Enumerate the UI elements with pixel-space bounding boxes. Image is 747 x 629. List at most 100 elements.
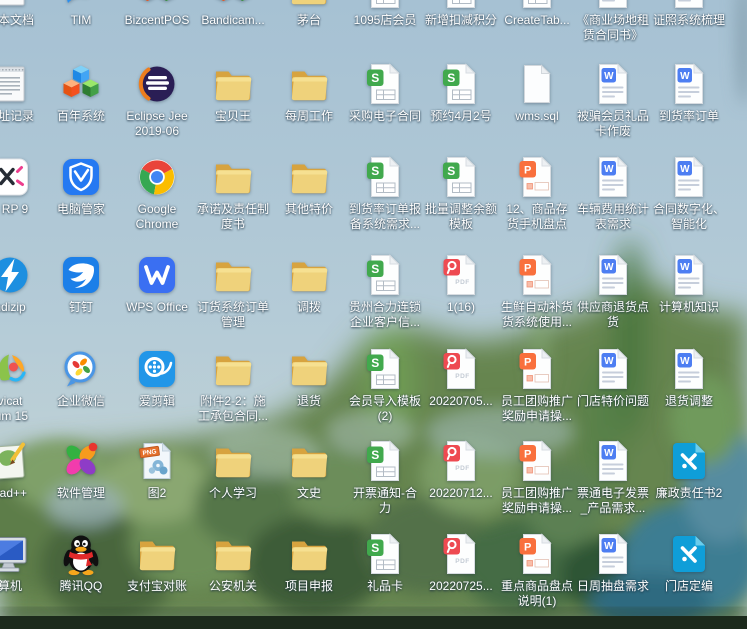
desktop-icon-piaotong-e-invoice[interactable]: W票通电子发票_产品需求... — [573, 439, 653, 516]
desktop-icon-daily-weekly-spot-check[interactable]: W日周抽盘需求 — [573, 532, 653, 594]
icon-label: 廉政责任书2 — [649, 486, 729, 501]
desktop-icon-points-adjust[interactable]: S新增扣减积分 — [421, 0, 501, 28]
desktop-icon-maotai[interactable]: 茅台 — [269, 0, 349, 28]
desktop-icon-pdf-20220705[interactable]: PDF20220705... — [421, 347, 501, 409]
icon-label-line: 订货系统订单 — [193, 300, 273, 315]
desktop-icon-createtab[interactable]: SCreateTab... — [497, 0, 577, 28]
desktop-icon-supplier-return-check[interactable]: W供应商退货点货 — [573, 253, 653, 330]
desktop-icon-other-specials[interactable]: 其他特价 — [269, 155, 349, 217]
folder-icon — [287, 253, 331, 297]
icon-label-line: 每周工作 — [269, 109, 349, 124]
icon-label: GoogleChrome — [117, 202, 197, 232]
desktop-icon-fresh-auto-replenish[interactable]: P生鲜自动补货货系统使用... — [497, 253, 577, 330]
icon-label-line: (2) — [345, 409, 425, 424]
svg-text:S: S — [371, 541, 379, 555]
desktop-icon-scammed-member-giftcard[interactable]: W被骗会员礼品卡作废 — [573, 62, 653, 139]
desktop-icon-transfer[interactable]: 调拨 — [269, 253, 349, 315]
x-doc-icon — [667, 439, 711, 483]
icon-label-line: Eclipse Jee — [117, 109, 197, 124]
word-doc-icon: W — [591, 347, 635, 391]
desktop-icon-procurement-e-contract[interactable]: S 采购电子合同 — [345, 62, 425, 124]
icon-label: 项目申报 — [269, 579, 349, 594]
desktop-icon-invoice-notice-heli[interactable]: S开票通知-合力 — [345, 439, 425, 516]
desktop-icon-pdf-20220725[interactable]: PDF20220725... — [421, 532, 501, 594]
desktop-icon-store-special-issue[interactable]: W 门店特价问题 — [573, 347, 653, 409]
icon-label: CreateTab... — [497, 13, 577, 28]
svg-text:P: P — [524, 542, 531, 554]
icon-label-line: 个人学习 — [193, 486, 273, 501]
desktop-icon-member-import-template[interactable]: S会员导入模板(2) — [345, 347, 425, 424]
desktop-icon-alipay-reconcile[interactable]: 支付宝对账 — [117, 532, 197, 594]
desktop-icon-image-2[interactable]: PNG图2 — [117, 439, 197, 501]
icon-label: 门店定编 — [649, 579, 729, 594]
desktop-icon-batch-balance-template[interactable]: S批量调整余额模板 — [421, 155, 501, 232]
desktop-icon-arrival-rate-report[interactable]: S 到货率订单报备系统需求... — [345, 155, 425, 232]
desktop-icon-wps-office[interactable]: WPS Office — [117, 253, 197, 315]
desktop-icon-license-system[interactable]: W证照系统梳理 — [649, 0, 729, 28]
desktop-icon-bandicam[interactable]: Bandicam... — [193, 0, 273, 28]
desktop-icon-returns[interactable]: 退货 — [269, 347, 349, 409]
desktop-icon-integrity-responsibility-2[interactable]: 廉政责任书2 — [649, 439, 729, 501]
desktop-icon-guizhou-heli-customer[interactable]: S贵州合力连锁企业客户信... — [345, 253, 425, 330]
desktop-icon-appointment-apr2[interactable]: S预约4月2号 — [421, 62, 501, 124]
icon-label: 到货率订单报备系统需求... — [345, 202, 425, 232]
icon-label-line: 到货率订单 — [649, 109, 729, 124]
desktop-icon-business-lease-contract[interactable]: W《商业场地租赁合同书》 — [573, 0, 653, 43]
desktop-icon-contract-digitalization[interactable]: W合同数字化、智能化 — [649, 155, 729, 232]
desktop-icon-commitment-responsibility[interactable]: 承诺及责任制度书 — [193, 155, 273, 232]
desktop-icon-store-1095-members[interactable]: S1095店会员 — [345, 0, 425, 28]
icon-label: 钉钉 — [41, 300, 121, 315]
svg-text:P: P — [524, 357, 531, 369]
desktop-icon-public-security[interactable]: 公安机关 — [193, 532, 273, 594]
icon-label-line: Chrome — [117, 217, 197, 232]
icon-label-line: 礼品卡 — [345, 579, 425, 594]
icon-label-line: 计算机知识 — [649, 300, 729, 315]
desktop-icon-tim[interactable]: TIM — [41, 0, 121, 28]
icon-label-line: _产品需求... — [573, 501, 653, 516]
desktop-icon-wms-sql[interactable]: wms.sql — [497, 62, 577, 124]
desktop-icon-key-goods-inventory-note[interactable]: P重点商品盘点说明(1) — [497, 532, 577, 609]
desktop-icon-literature-history[interactable]: 文史 — [269, 439, 349, 501]
icon-label-line: 新增扣减积分 — [421, 13, 501, 28]
icon-label-line: 文史 — [269, 486, 349, 501]
desktop-icon-gift-card[interactable]: S 礼品卡 — [345, 532, 425, 594]
desktop-icon-arrival-rate-order[interactable]: W到货率订单 — [649, 62, 729, 124]
icon-label-line: 说明(1) — [497, 594, 577, 609]
desktop-icon-group-buy-reward-1[interactable]: P员工团购推广奖励申请操... — [497, 347, 577, 424]
desktop-icon-vehicle-cost-stats[interactable]: W车辆费用统计表需求 — [573, 155, 653, 232]
desktop-icon-group-buy-reward-2[interactable]: P员工团购推广奖励申请操... — [497, 439, 577, 516]
desktop-icon-project-application[interactable]: 项目申报 — [269, 532, 349, 594]
svg-text:S: S — [371, 164, 379, 178]
icon-label-line: 门店特价问题 — [573, 394, 653, 409]
x-doc-icon — [667, 532, 711, 576]
desktop-icon-tencent-qq[interactable]: 腾讯QQ — [41, 532, 121, 594]
desktop-icon-baobeiwang[interactable]: 宝贝王 — [193, 62, 273, 124]
desktop-icon-personal-study[interactable]: 个人学习 — [193, 439, 273, 501]
dingtalk-app-icon — [59, 253, 103, 297]
desktop-icon-wework[interactable]: 企业微信 — [41, 347, 121, 409]
desktop-icon-attachment-2-2-contract[interactable]: 附件2-2：施工承包合同... — [193, 347, 273, 424]
desktop-icon-weekly-work[interactable]: 每周工作 — [269, 62, 349, 124]
desktop-icon-pdf-1-16[interactable]: PDF1(16) — [421, 253, 501, 315]
icon-label-line: Google — [117, 202, 197, 217]
icon-label: 电脑管家 — [41, 202, 121, 217]
spreadsheet-doc-icon: S — [363, 62, 407, 106]
desktop-icon-aijianji[interactable]: 爱剪辑 — [117, 347, 197, 409]
desktop-icon-pdf-20220712[interactable]: PDF20220712... — [421, 439, 501, 501]
desktop-icon-eclipse-jee[interactable]: Eclipse Jee2019-06 — [117, 62, 197, 139]
icon-label: 采购电子合同 — [345, 109, 425, 124]
png-image-icon: PNG — [135, 439, 179, 483]
desktop-icon-store-staffing[interactable]: 门店定编 — [649, 532, 729, 594]
desktop-icon-computer-knowledge[interactable]: W计算机知识 — [649, 253, 729, 315]
desktop-icon-order-system-mgmt[interactable]: 订货系统订单管理 — [193, 253, 273, 330]
desktop-icon-dingtalk[interactable]: 钉钉 — [41, 253, 121, 315]
desktop-icon-goods-mobile-inventory[interactable]: P12、商品存货手机盘点 — [497, 155, 577, 232]
svg-text:W: W — [604, 71, 614, 82]
desktop-icon-google-chrome[interactable]: GoogleChrome — [117, 155, 197, 232]
desktop-icon-pc-manager[interactable]: 电脑管家 — [41, 155, 121, 217]
desktop-icon-return-adjust[interactable]: W退货调整 — [649, 347, 729, 409]
desktop-icon-software-manager[interactable]: 软件管理 — [41, 439, 121, 501]
axure-app-icon — [0, 155, 32, 199]
desktop-icon-bainian-system[interactable]: 百年系统 — [41, 62, 121, 124]
desktop-icon-bizcentpos[interactable]: BizcentPOS — [117, 0, 197, 28]
